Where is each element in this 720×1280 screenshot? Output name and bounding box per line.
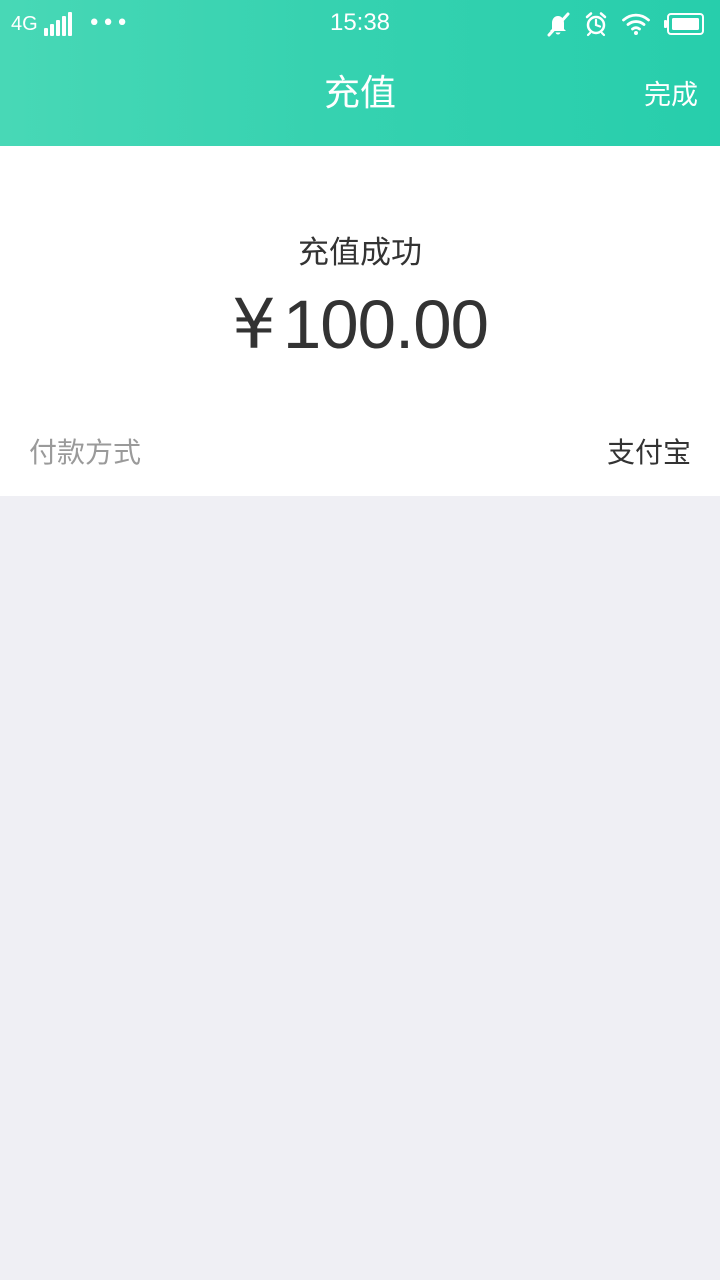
recharge-result-card: 充值成功 ¥100.00 付款方式 支付宝 (0, 146, 720, 496)
payment-method-row: 付款方式 支付宝 (0, 421, 720, 487)
battery-icon (663, 12, 705, 36)
navigation-bar: 充值 完成 (0, 48, 720, 146)
currency-symbol: ¥ (232, 285, 276, 365)
done-button[interactable]: 完成 (644, 76, 698, 116)
silent-icon (545, 11, 571, 37)
alarm-icon (583, 11, 609, 37)
amount-value: 100.00 (282, 286, 489, 363)
payment-method-label: 付款方式 (29, 436, 142, 469)
wifi-icon (621, 12, 651, 36)
status-bar: 4G ••• 15:38 (0, 0, 720, 48)
recharge-amount: ¥100.00 (0, 283, 720, 367)
top-header: 4G ••• 15:38 充值 完成 (0, 0, 720, 146)
recharge-success-text: 充值成功 (298, 235, 422, 271)
empty-content-area (0, 496, 720, 1280)
page-title: 充值 (323, 73, 396, 114)
payment-method-value: 支付宝 (606, 436, 691, 469)
status-bar-right (545, 8, 705, 40)
